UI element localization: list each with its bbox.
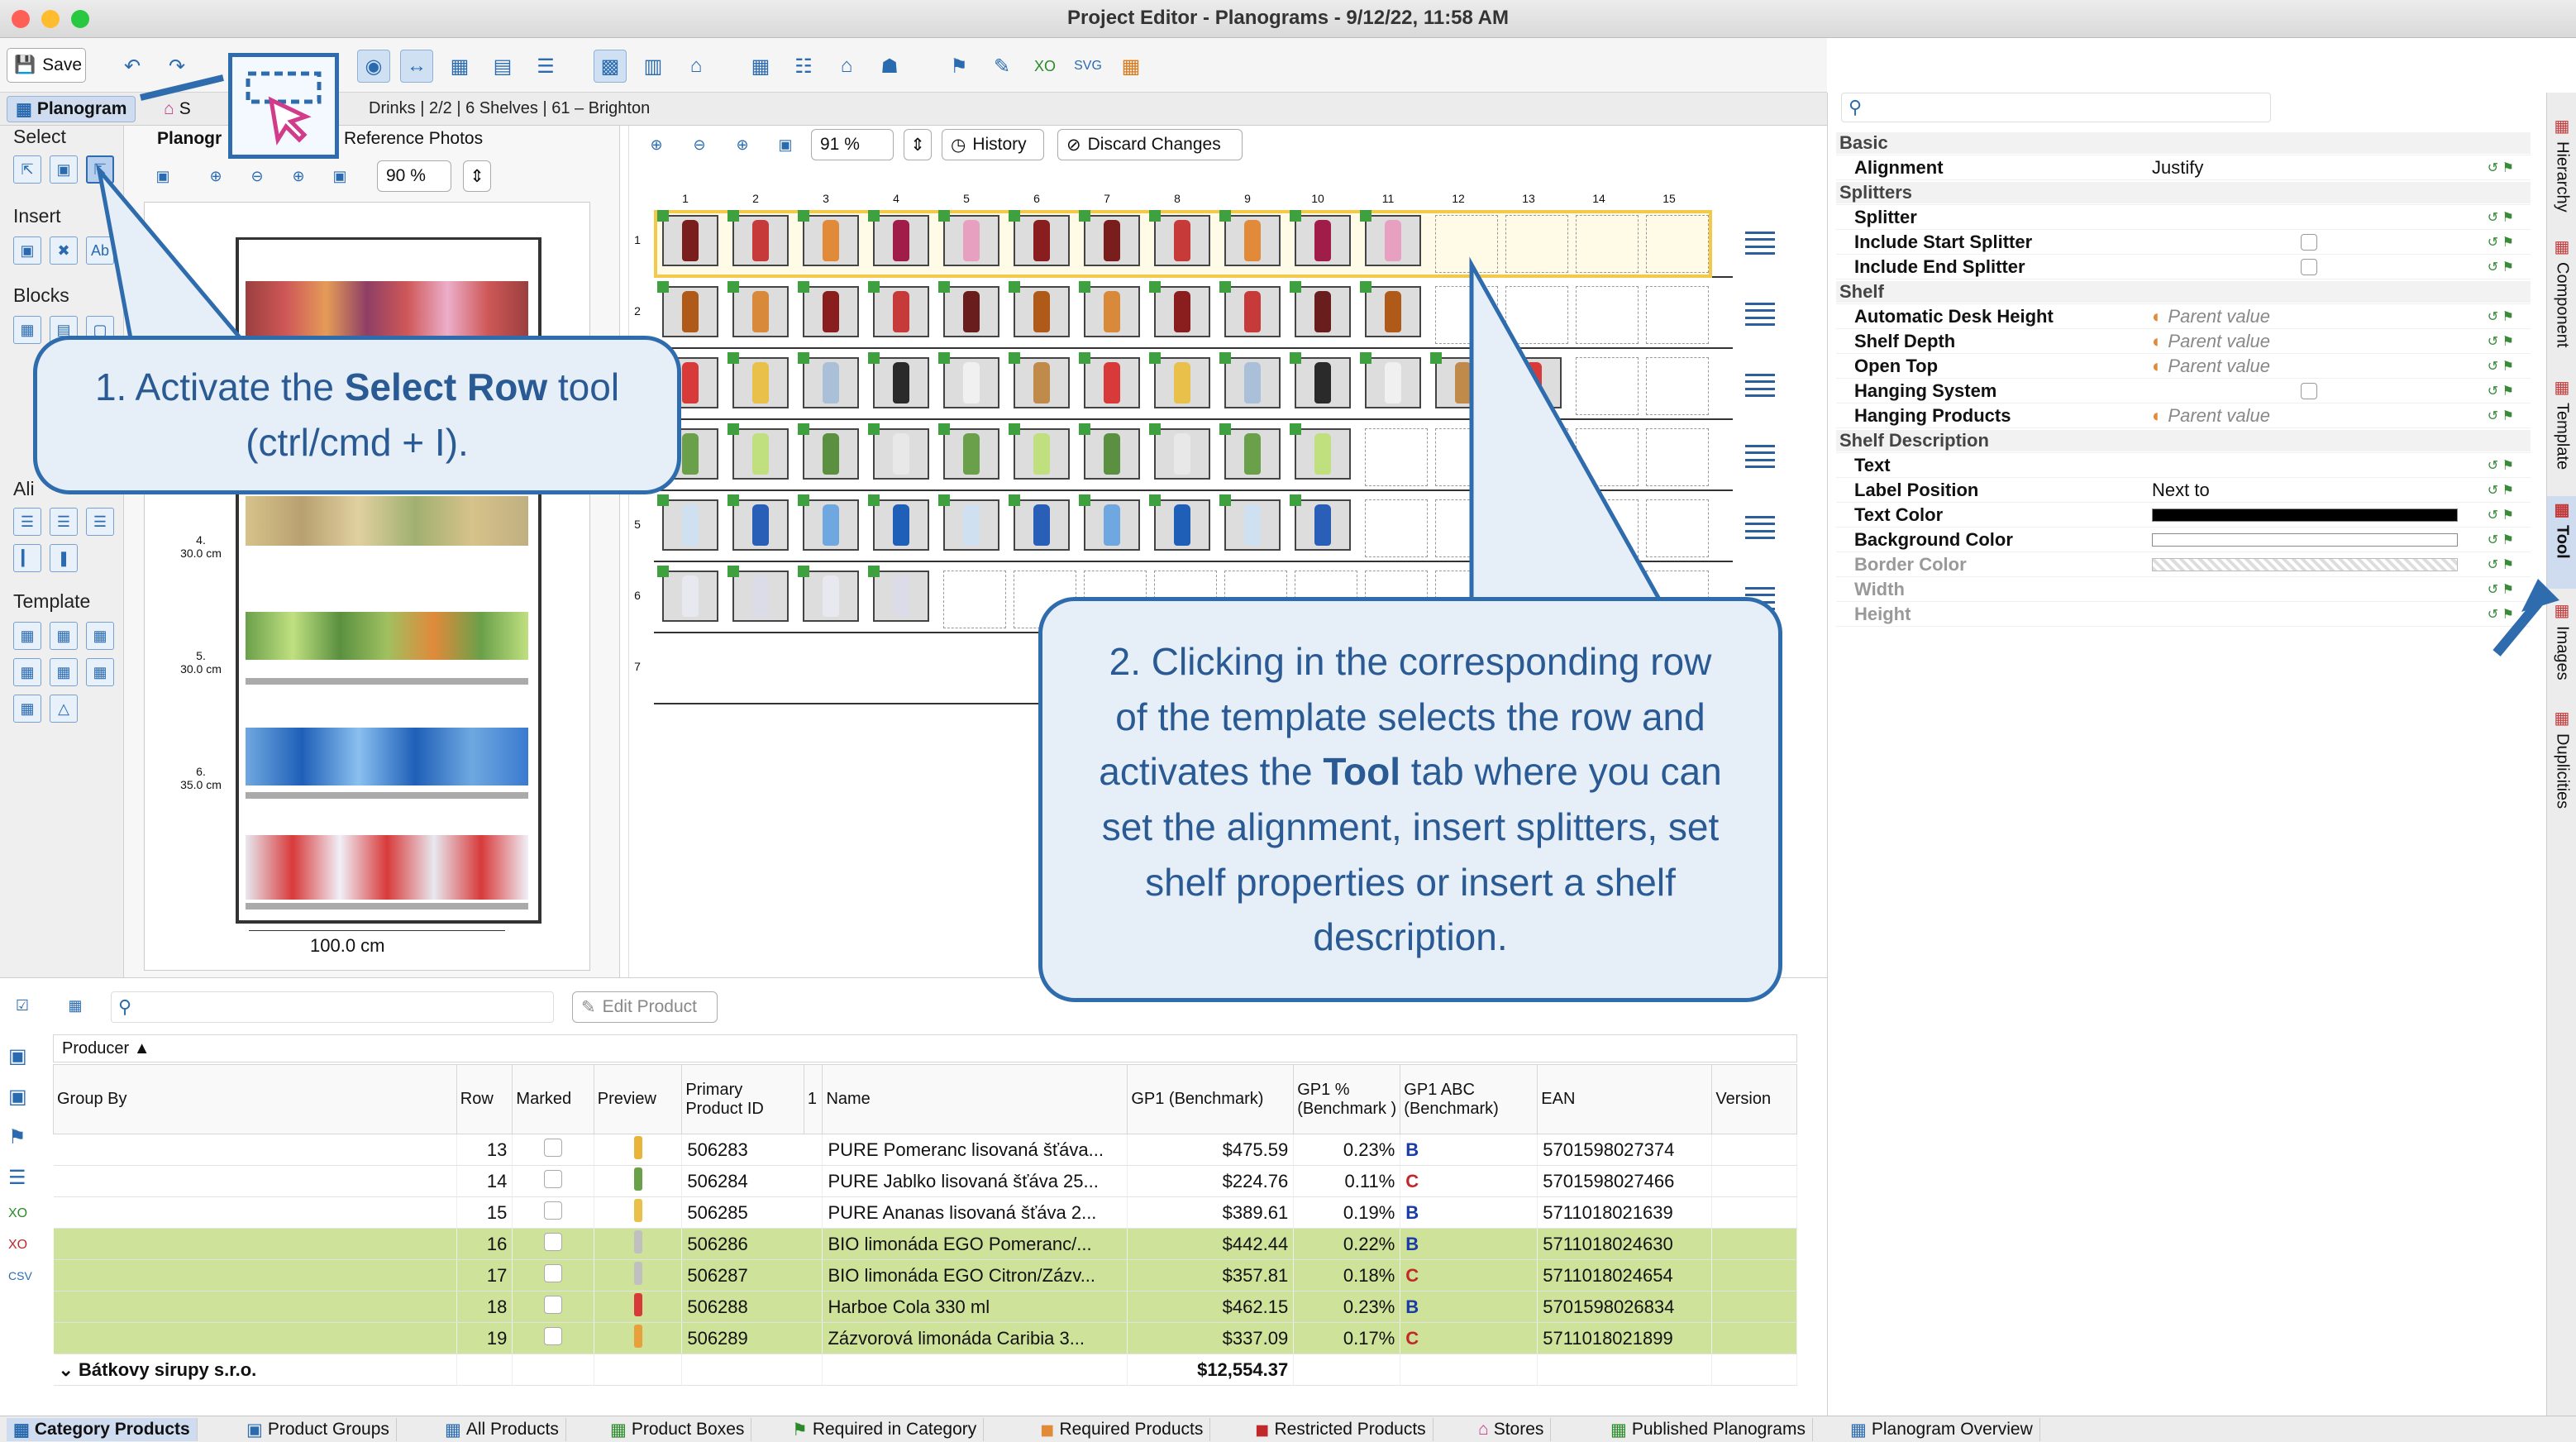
callout-step-2: 2. Clicking in the corresponding row of … (1038, 597, 1782, 1002)
callout-step-1: 1. Activate the Select Row tool (ctrl/cm… (33, 336, 681, 494)
pointer-arrow-left (140, 74, 224, 101)
